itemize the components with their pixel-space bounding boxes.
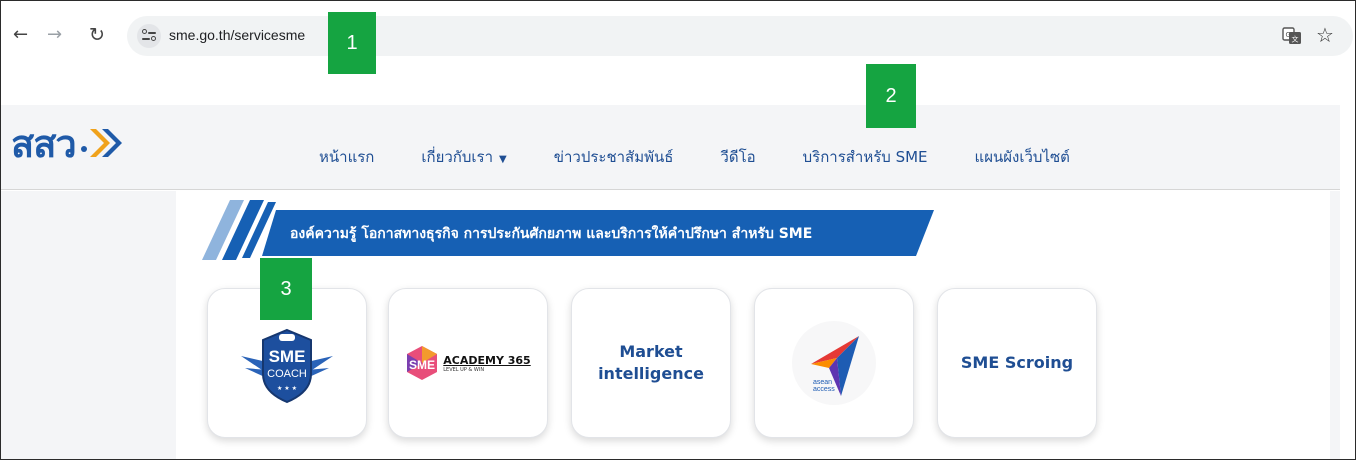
academy-logo: SME ACADEMY 365 LEVEL UP & WIN	[405, 345, 531, 381]
url-text[interactable]: sme.go.th/servicesme	[169, 27, 305, 43]
market-intelligence-label: Market intelligence	[598, 341, 704, 385]
bookmark-star-icon[interactable]: ☆	[1316, 23, 1334, 47]
address-bar[interactable]: sme.go.th/servicesme G 文 ☆	[127, 16, 1353, 56]
site-logo[interactable]: สสว	[11, 119, 126, 167]
site-info-icon[interactable]	[137, 24, 161, 48]
translate-icon[interactable]: G 文	[1282, 27, 1302, 45]
service-card-market-intelligence[interactable]: Market intelligence	[571, 288, 731, 438]
market-line1: Market	[619, 342, 683, 361]
site-header: สสว หน้าแรก เกี่ยวกับเรา ▼ ข่าวประชาสัมพั…	[1, 105, 1340, 190]
academy-subtitle: LEVEL UP & WIN	[443, 366, 485, 373]
menu-about-label: เกี่ยวกับเรา	[421, 148, 494, 166]
step-callout-1: 1	[328, 12, 376, 74]
svg-text:G: G	[1286, 31, 1291, 39]
menu-sme-services[interactable]: บริการสำหรับ SME	[803, 145, 928, 169]
back-arrow-icon[interactable]: ←	[13, 25, 28, 45]
market-line2: intelligence	[598, 364, 704, 383]
service-card-asean-access[interactable]: asean access	[754, 288, 914, 438]
reload-icon[interactable]: ↻	[89, 25, 105, 45]
menu-sitemap[interactable]: แผนผังเว็บไซต์	[975, 145, 1070, 169]
academy-hex-icon: SME	[407, 346, 438, 380]
sme-coach-badge-top: SME	[269, 347, 306, 366]
caret-down-icon: ▼	[499, 154, 507, 165]
browser-toolbar: ← → ↻ sme.go.th/servicesme G 文 ☆	[1, 1, 1355, 105]
menu-news[interactable]: ข่าวประชาสัมพันธ์	[554, 145, 674, 169]
asean-line1: asean	[813, 379, 832, 386]
sme-coach-logo: SME COACH ★ ★ ★	[241, 328, 333, 404]
sme-coach-badge-bottom: COACH	[267, 368, 307, 380]
asean-line2: access	[813, 386, 835, 393]
forward-arrow-icon[interactable]: →	[47, 25, 62, 45]
academy-title: ACADEMY 365	[443, 353, 531, 367]
asean-access-logo: asean access	[792, 321, 876, 405]
svg-text:★ ★ ★: ★ ★ ★	[277, 385, 297, 392]
menu-about[interactable]: เกี่ยวกับเรา ▼	[421, 145, 506, 169]
main-menu: หน้าแรก เกี่ยวกับเรา ▼ ข่าวประชาสัมพันธ์ …	[319, 145, 1117, 169]
menu-video[interactable]: วีดีโอ	[720, 145, 755, 169]
step-callout-3: 3	[260, 258, 312, 320]
service-card-academy[interactable]: SME ACADEMY 365 LEVEL UP & WIN	[388, 288, 548, 438]
logo-chevron-icon	[80, 129, 122, 157]
sme-scoring-label: SME Scroing	[960, 353, 1074, 372]
logo-text: สสว	[11, 121, 77, 166]
scrollbar-track[interactable]	[1340, 105, 1355, 459]
section-banner: องค์ความรู้ โอกาสทางธุรกิจ การประกันศักย…	[262, 210, 934, 256]
service-card-sme-scoring[interactable]: SME Scroing	[937, 288, 1097, 438]
svg-text:文: 文	[1292, 35, 1299, 44]
academy-hex-text: SME	[409, 358, 435, 372]
banner-title: องค์ความรู้ โอกาสทางธุรกิจ การประกันศักย…	[290, 226, 813, 242]
step-callout-2: 2	[866, 64, 916, 128]
menu-home[interactable]: หน้าแรก	[319, 145, 374, 169]
